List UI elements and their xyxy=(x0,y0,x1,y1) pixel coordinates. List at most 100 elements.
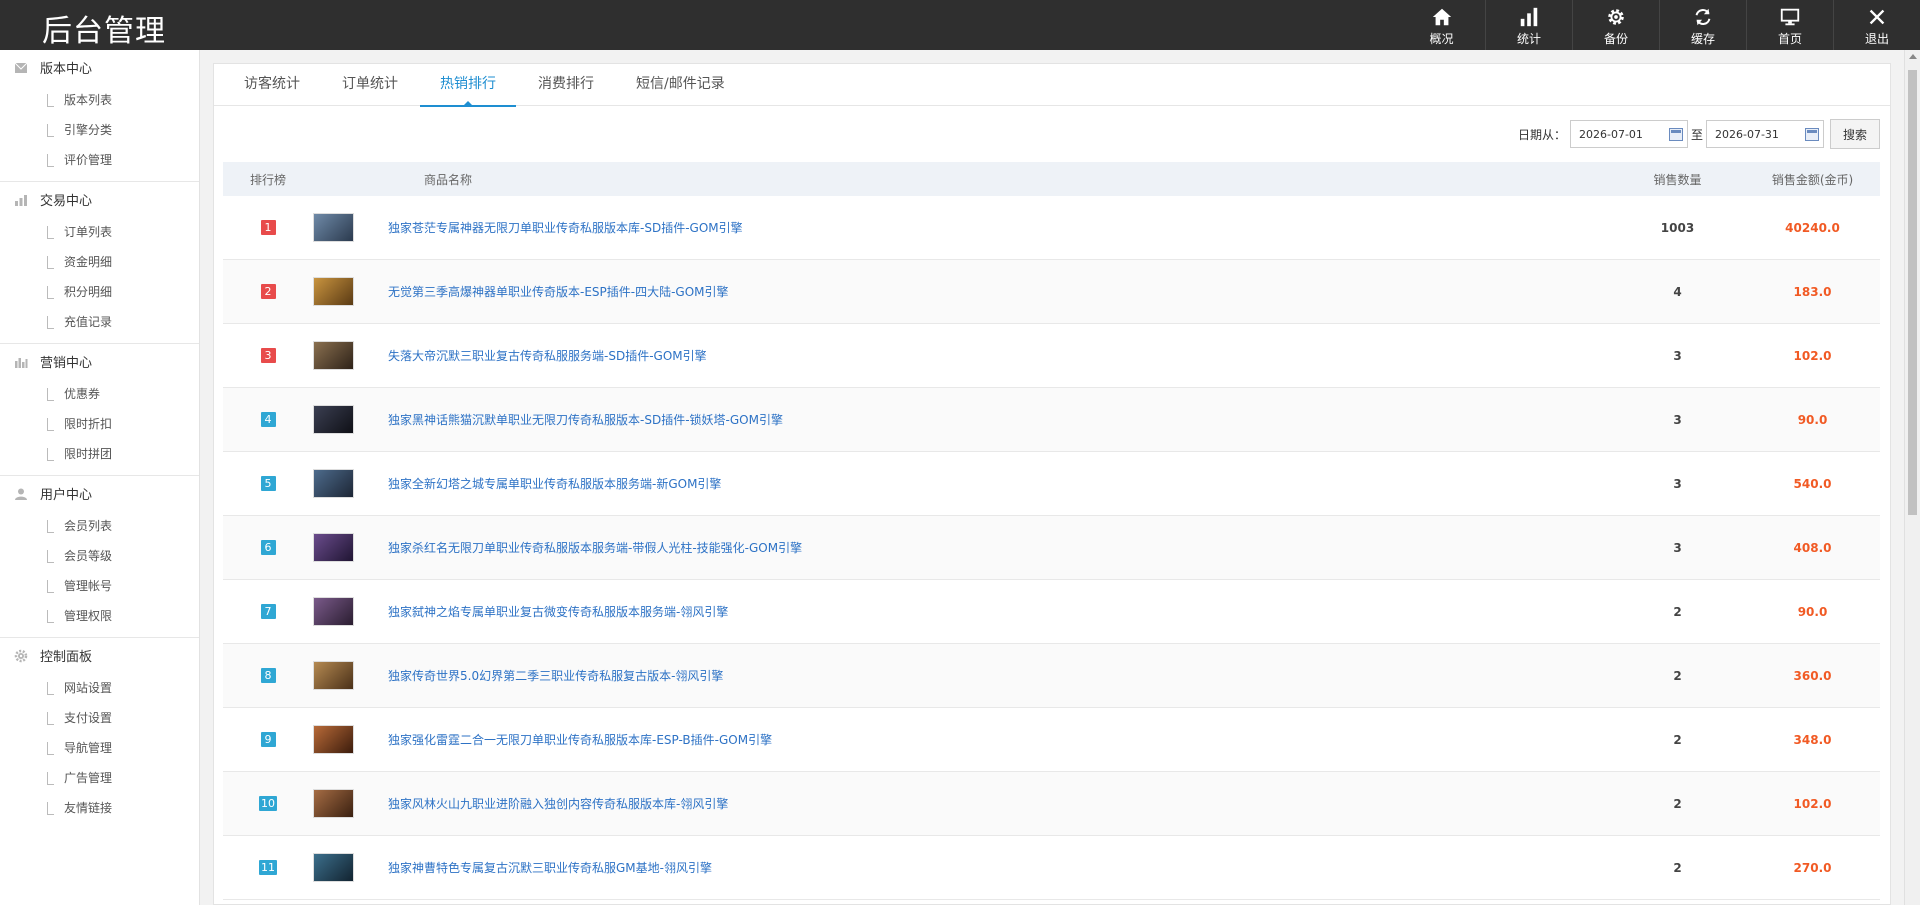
sidebar-item-member-level[interactable]: 会员等级 xyxy=(0,541,199,571)
sidebar-item-site-settings[interactable]: 网站设置 xyxy=(0,673,199,703)
amount-cell: 102.0 xyxy=(1745,349,1880,363)
thumb-cell xyxy=(313,341,354,370)
nav-backup-button[interactable]: 备份 xyxy=(1572,0,1659,50)
table-row: 3 失落大帝沉默三职业复古传奇私服服务端-SD插件-GOM引擎 3 102.0 xyxy=(223,324,1880,388)
amount-cell: 408.0 xyxy=(1745,541,1880,555)
sidebar-group-header[interactable]: 交易中心 xyxy=(0,182,199,217)
sidebar-group-version: 版本中心 版本列表 引擎分类 评价管理 xyxy=(0,50,199,182)
close-icon xyxy=(1866,6,1888,33)
product-name-link[interactable]: 独家苍茫专属神器无限刀单职业传奇私服版本库-SD插件-GOM引擎 xyxy=(388,221,743,235)
thumb-cell xyxy=(313,597,354,626)
sidebar-item-admin-account[interactable]: 管理帐号 xyxy=(0,571,199,601)
hot-sales-table: 排行榜 商品名称 销售数量 销售金额(金币) 1 独家苍茫专属神器无限刀单职业传奇… xyxy=(223,162,1880,900)
nav-stats-label: 统计 xyxy=(1516,31,1541,46)
header-sales-qty: 销售数量 xyxy=(1653,172,1702,187)
sidebar-item-nav-manage[interactable]: 导航管理 xyxy=(0,733,199,763)
nav-home-button[interactable]: 首页 xyxy=(1746,0,1833,50)
nav-home-label: 首页 xyxy=(1777,31,1802,46)
tab-bar: 访客统计 订单统计 热销排行 消费排行 短信/邮件记录 xyxy=(214,64,1890,107)
qty-cell: 3 xyxy=(1610,349,1745,363)
sidebar-item-order-list[interactable]: 订单列表 xyxy=(0,217,199,247)
calendar-icon[interactable] xyxy=(1805,128,1819,141)
sidebar-item-flash-discount[interactable]: 限时折扣 xyxy=(0,409,199,439)
tab-spending-rank[interactable]: 消费排行 xyxy=(518,64,614,106)
sidebar-group-header[interactable]: 用户中心 xyxy=(0,476,199,511)
nav-overview-button[interactable]: 概况 xyxy=(1398,0,1485,50)
product-name-link[interactable]: 无觉第三季高爆神器单职业传奇版本-ESP插件-四大陆-GOM引擎 xyxy=(388,285,729,299)
calendar-icon[interactable] xyxy=(1668,128,1683,141)
table-row: 10 独家风林火山九职业进阶融入独创内容传奇私服版本库-翎风引擎 2 102.0 xyxy=(223,772,1880,836)
sidebar-item-admin-permission[interactable]: 管理权限 xyxy=(0,601,199,631)
tab-hot-sales[interactable]: 热销排行 xyxy=(420,64,516,107)
rank-badge: 11 xyxy=(259,860,277,875)
name-cell: 独家强化雷霆二合一无限刀单职业传奇私服版本库-ESP-B插件-GOM引擎 xyxy=(348,731,1610,748)
sidebar-item-payment-settings[interactable]: 支付设置 xyxy=(0,703,199,733)
name-cell: 无觉第三季高爆神器单职业传奇版本-ESP插件-四大陆-GOM引擎 xyxy=(348,283,1610,300)
nav-stats-button[interactable]: 统计 xyxy=(1485,0,1572,50)
sidebar-group-header[interactable]: 版本中心 xyxy=(0,50,199,85)
product-name-link[interactable]: 独家风林火山九职业进阶融入独创内容传奇私服版本库-翎风引擎 xyxy=(388,797,728,811)
product-name-link[interactable]: 独家弑神之焰专属单职业复古微变传奇私服版本服务端-翎风引擎 xyxy=(388,605,728,619)
nav-cache-button[interactable]: 缓存 xyxy=(1659,0,1746,50)
monitor-icon xyxy=(1779,6,1801,33)
amount-cell: 90.0 xyxy=(1745,413,1880,427)
sidebar-item-coupon[interactable]: 优惠券 xyxy=(0,379,199,409)
rank-badge: 8 xyxy=(260,668,276,683)
sidebar-item-ad-manage[interactable]: 广告管理 xyxy=(0,763,199,793)
tab-visitor-stats[interactable]: 访客统计 xyxy=(224,64,320,106)
sales-amount: 90.0 xyxy=(1797,604,1828,619)
sidebar-group-header[interactable]: 营销中心 xyxy=(0,344,199,379)
sidebar-item-points-detail[interactable]: 积分明细 xyxy=(0,277,199,307)
product-name-link[interactable]: 独家强化雷霆二合一无限刀单职业传奇私服版本库-ESP-B插件-GOM引擎 xyxy=(388,733,772,747)
sidebar-group-title: 版本中心 xyxy=(40,62,93,77)
date-filter: 日期从： 至 搜索 xyxy=(1518,119,1880,149)
scroll-up-arrow-icon[interactable] xyxy=(1909,54,1917,59)
qty-cell: 3 xyxy=(1610,413,1745,427)
rank-cell: 4 xyxy=(223,412,313,427)
product-name-link[interactable]: 独家全新幻塔之城专属单职业传奇私服版本服务端-新GOM引擎 xyxy=(388,477,721,491)
product-name-link[interactable]: 独家神曹特色专属复古沉默三职业传奇私服GM基地-翎风引擎 xyxy=(388,861,712,875)
page-scrollbar[interactable] xyxy=(1904,50,1920,905)
search-button[interactable]: 搜索 xyxy=(1830,119,1880,149)
gear-icon xyxy=(1605,6,1627,33)
qty-cell: 2 xyxy=(1610,861,1745,875)
name-cell: 独家神曹特色专属复古沉默三职业传奇私服GM基地-翎风引擎 xyxy=(348,859,1610,876)
sidebar-item-friend-links[interactable]: 友情链接 xyxy=(0,793,199,823)
sidebar-item-fund-detail[interactable]: 资金明细 xyxy=(0,247,199,277)
rank-cell: 10 xyxy=(223,796,313,811)
table-body: 1 独家苍茫专属神器无限刀单职业传奇私服版本库-SD插件-GOM引擎 1003 402… xyxy=(223,196,1880,900)
sidebar-group-header[interactable]: 控制面板 xyxy=(0,638,199,673)
refresh-icon xyxy=(1692,6,1714,33)
tab-order-stats[interactable]: 订单统计 xyxy=(322,64,418,106)
sidebar-group-title: 交易中心 xyxy=(40,194,93,209)
scroll-thumb[interactable] xyxy=(1908,70,1917,515)
product-name-link[interactable]: 失落大帝沉默三职业复古传奇私服服务端-SD插件-GOM引擎 xyxy=(388,349,707,363)
product-name-link[interactable]: 独家黑神话熊猫沉默单职业无限刀传奇私服版本-SD插件-锁妖塔-GOM引擎 xyxy=(388,413,783,427)
sidebar-item-group-buy[interactable]: 限时拼团 xyxy=(0,439,199,469)
table-header: 排行榜 商品名称 销售数量 销售金额(金币) xyxy=(223,162,1880,196)
thumb-cell xyxy=(313,277,354,306)
sidebar-item-recharge-record[interactable]: 充值记录 xyxy=(0,307,199,337)
qty-cell: 1003 xyxy=(1610,221,1745,235)
sidebar-item-engine-category[interactable]: 引擎分类 xyxy=(0,115,199,145)
sales-qty: 3 xyxy=(1673,348,1682,363)
rank-badge: 3 xyxy=(260,348,276,363)
tab-sms-email-records[interactable]: 短信/邮件记录 xyxy=(616,64,745,106)
sidebar-item-review-manage[interactable]: 评价管理 xyxy=(0,145,199,175)
start-date-field[interactable] xyxy=(1569,120,1688,148)
sales-amount: 183.0 xyxy=(1793,284,1832,299)
sidebar-item-version-list[interactable]: 版本列表 xyxy=(0,85,199,115)
sales-qty: 2 xyxy=(1673,604,1682,619)
sidebar-group-title: 营销中心 xyxy=(40,356,93,371)
sidebar-group-marketing: 营销中心 优惠券 限时折扣 限时拼团 xyxy=(0,344,199,476)
product-name-link[interactable]: 独家传奇世界5.0幻界第二季三职业传奇私服复古版本-翎风引擎 xyxy=(388,669,723,683)
sales-amount: 540.0 xyxy=(1793,476,1832,491)
sidebar-item-member-list[interactable]: 会员列表 xyxy=(0,511,199,541)
nav-logout-button[interactable]: 退出 xyxy=(1833,0,1920,50)
end-date-field[interactable] xyxy=(1706,120,1824,148)
amount-cell: 102.0 xyxy=(1745,797,1880,811)
sales-amount: 270.0 xyxy=(1793,860,1832,875)
name-cell: 独家苍茫专属神器无限刀单职业传奇私服版本库-SD插件-GOM引擎 xyxy=(348,219,1610,236)
product-name-link[interactable]: 独家杀红名无限刀单职业传奇私服版本服务端-带假人光柱-技能强化-GOM引擎 xyxy=(388,541,802,555)
sales-qty: 2 xyxy=(1673,796,1682,811)
